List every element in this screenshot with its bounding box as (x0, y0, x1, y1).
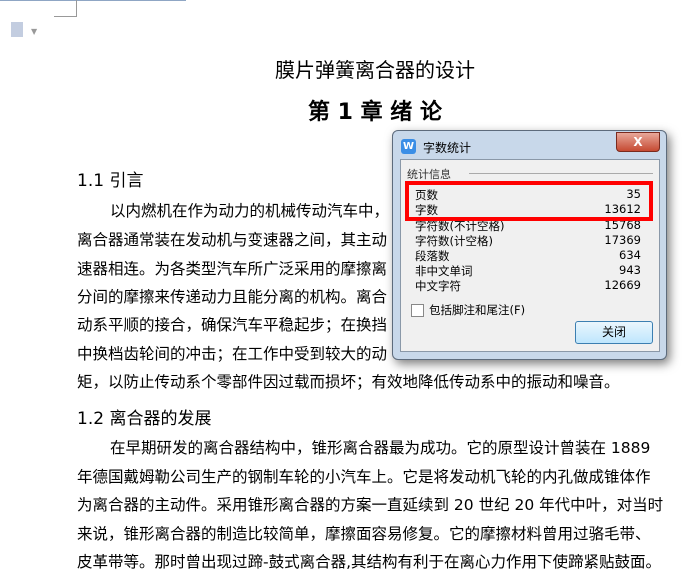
word-count-dialog: W 字数统计 X 统计信息 页数 35 字数 13612 字符数(不计空格) 1576… (392, 130, 667, 360)
close-button[interactable]: 关闭 (575, 321, 653, 344)
section-heading: 1.1 引言 (77, 171, 144, 191)
stat-value: 17369 (604, 233, 641, 247)
stat-row: 段落数 634 (415, 248, 641, 263)
section-heading: 1.2 离合器的发展 (77, 409, 212, 429)
stat-label: 段落数 (415, 249, 450, 263)
stat-label: 字符数(计空格) (415, 234, 493, 248)
include-footnotes-checkbox[interactable] (411, 304, 424, 317)
stat-label: 字符数(不计空格) (415, 219, 505, 233)
stat-label: 非中文单词 (415, 264, 473, 278)
divider (469, 173, 653, 174)
stat-row: 中文字符 12669 (415, 278, 641, 293)
dialog-body: 统计信息 页数 35 字数 13612 字符数(不计空格) 15768 字符数(计空格… (400, 159, 660, 352)
dialog-title: 字数统计 (423, 141, 472, 155)
stat-value: 943 (619, 263, 641, 277)
stat-label: 中文字符 (415, 279, 461, 293)
chapter-heading: 第 1 章 绪 论 (308, 100, 442, 125)
paragraph-line: 为离合器的主动件。采用锥形离合器的方案一直延续到 20 世纪 20 年代中叶，对… (77, 496, 664, 514)
paragraph-line: 矩，以防止传动系个零部件因过载而损坏；有效地降低传动系中的振动和噪音。 (77, 373, 620, 391)
document-title: 膜片弹簧离合器的设计 (275, 58, 475, 82)
paragraph-line: 动系平顺的接合，确保汽车平稳起步；在换挡 (77, 316, 388, 334)
stat-row: 非中文单词 943 (415, 263, 641, 278)
close-icon[interactable]: X (616, 132, 660, 152)
document-icon[interactable] (11, 22, 23, 37)
paragraph-line: 来说，锥形离合器的制造比较简单，摩擦面容易修复。它的摩擦材料曾用过骆毛带、 (77, 525, 651, 543)
group-label: 统计信息 (407, 168, 451, 181)
paragraph-line: 离合器通常装在发动机与变速器之间，其主动 (77, 231, 388, 249)
stat-value: 634 (619, 248, 641, 262)
paragraph-line: 中换档齿轮间的冲击；在工作中受到较大的动 (77, 345, 388, 363)
stat-row: 字符数(计空格) 17369 (415, 233, 641, 248)
highlight-box (405, 181, 653, 221)
paragraph-line: 速器相连。为各类型汽车所广泛采用的摩擦离 (77, 260, 388, 278)
wps-app-icon: W (401, 139, 416, 154)
chevron-down-icon[interactable]: ▼ (31, 27, 37, 36)
paragraph-line: 在早期研发的离合器结构中，锥形离合器最为成功。它的原型设计曾装在 1889 (110, 439, 651, 457)
page-corner-mark (54, 0, 77, 17)
checkbox-label[interactable]: 包括脚注和尾注(F) (429, 302, 525, 318)
ruler-line (0, 0, 186, 1)
paragraph-line: 年德国戴姆勒公司生产的钢制车轮的小汽车上。它是将发动机飞轮的内孔做成锥体作 (77, 468, 651, 486)
paragraph-line: 分间的摩擦来传递动力且能分离的机构。离合 (77, 288, 388, 306)
paragraph-line: 以内燃机在作为动力的机械传动汽车中， (110, 202, 390, 220)
paragraph-line: 皮革带等。那时曾出现过蹄-鼓式离合器,其结构有利于在离心力作用下使蹄紧贴鼓面。 (77, 553, 662, 571)
stat-value: 12669 (604, 278, 641, 292)
